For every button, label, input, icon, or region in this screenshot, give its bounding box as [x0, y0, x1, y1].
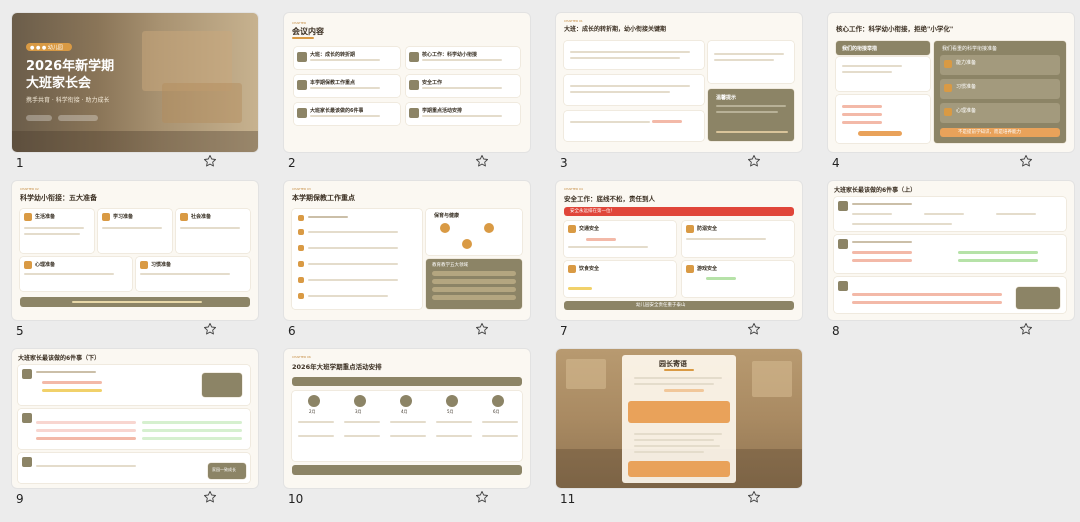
side-heading: 保育与健康: [434, 213, 460, 219]
slide-4-preview[interactable]: 核心工作：科学幼小衔接，拒绝"小学化" 我们的衔接举措 我们看重的科学衔接准备 …: [828, 13, 1074, 152]
slide-thumbnail-11[interactable]: 园长寄语 11: [556, 349, 802, 517]
slide-2-title: 会议内容: [292, 27, 324, 36]
slide-2-preview[interactable]: CHAPTER 会议内容 大班：成长的转折期 核心工作：科学幼小衔接 本学期保教…: [284, 13, 530, 152]
slide-thumbnail-7[interactable]: CHAPTER 04 安全工作：底线不松，责任到人 安全永远排在第一位！ 交通安…: [556, 181, 802, 349]
month-1: 2月: [309, 409, 316, 414]
slide-1-title2: 大班家长会: [26, 76, 92, 91]
slide-10-title: 2026年大班学期重点活动安排: [292, 363, 382, 371]
slide-thumbnail-3[interactable]: CHAPTER 01 大班：成长的转折期，幼小衔接关键期 温馨提示 3: [556, 13, 802, 181]
slide-thumbnail-2[interactable]: CHAPTER 会议内容 大班：成长的转折期 核心工作：科学幼小衔接 本学期保教…: [284, 13, 530, 181]
slide-1-subtitle: 携手共育 · 科学衔接 · 助力成长: [26, 97, 110, 104]
alert-banner: 安全永远排在第一位！: [570, 209, 615, 214]
slide-number: 7: [560, 324, 568, 338]
slide-9-title: 大班家长最该做的6件事（下）: [18, 355, 101, 362]
month-2: 3月: [355, 409, 362, 414]
slide-6-preview[interactable]: CHAPTER 03 本学期保教工作重点 保育与健康 教育教学五大领域: [284, 181, 530, 320]
prep-item-1: 能力准备: [956, 60, 977, 66]
card-2-title: 学习准备: [113, 214, 134, 220]
month-5: 6月: [493, 409, 500, 414]
slide-number: 5: [16, 324, 24, 338]
side-note: 家园一致成长: [212, 467, 236, 472]
star-icon[interactable]: [1019, 154, 1033, 168]
agenda-item-6: 学期重点活动安排: [422, 108, 463, 114]
slide-thumbnail-6[interactable]: CHAPTER 03 本学期保教工作重点 保育与健康 教育教学五大领域 6: [284, 181, 530, 349]
slide-11-title: 园长寄语: [659, 360, 687, 368]
slide-number: 11: [560, 492, 576, 506]
slide-number: 6: [288, 324, 296, 338]
slide-number: 2: [288, 156, 296, 170]
slide-number: 10: [288, 492, 304, 506]
footer-banner: 幼儿园安全责任重于泰山: [636, 303, 686, 308]
slide-3-title: 大班：成长的转折期，幼小衔接关键期: [564, 26, 667, 33]
slide-7-preview[interactable]: CHAPTER 04 安全工作：底线不松，责任到人 安全永远排在第一位！ 交通安…: [556, 181, 802, 320]
card-5-title: 习惯准备: [151, 262, 172, 268]
slide-thumbnail-9[interactable]: 大班家长最该做的6件事（下） 家园一致成长 9: [12, 349, 258, 517]
quad-1-title: 交通安全: [579, 226, 600, 232]
star-icon[interactable]: [475, 490, 489, 504]
slide-thumbnail-10[interactable]: CHAPTER 06 2026年大班学期重点活动安排 2月 3月 4月 5月 6…: [284, 349, 530, 517]
slide-7-title: 安全工作：底线不松，责任到人: [564, 195, 655, 203]
agenda-item-2: 核心工作：科学幼小衔接: [422, 52, 478, 58]
badge: ● ● ● 幼儿园: [26, 43, 72, 51]
slide-8-preview[interactable]: 大班家长最该做的6件事（上）: [828, 181, 1074, 320]
slide-thumbnail-5[interactable]: CHAPTER 02 科学幼小衔接：五大准备 生活准备 学习准备 社会准备 心理…: [12, 181, 258, 349]
star-icon[interactable]: [747, 322, 761, 336]
slide-4-title: 核心工作：科学幼小衔接，拒绝"小学化": [836, 25, 954, 33]
slide-3-preview[interactable]: CHAPTER 01 大班：成长的转折期，幼小衔接关键期 温馨提示: [556, 13, 802, 152]
agenda-item-1: 大班：成长的转折期: [310, 52, 356, 58]
slide-sorter-grid: ● ● ● 幼儿园 2026年新学期 大班家长会 携手共育 · 科学衔接 · 助…: [0, 0, 1080, 522]
star-icon[interactable]: [475, 154, 489, 168]
quad-3-title: 饮食安全: [579, 266, 600, 272]
slide-5-preview[interactable]: CHAPTER 02 科学幼小衔接：五大准备 生活准备 学习准备 社会准备 心理…: [12, 181, 258, 320]
star-icon[interactable]: [203, 322, 217, 336]
tip-heading: 温馨提示: [716, 95, 737, 101]
quad-4-title: 游戏安全: [697, 266, 718, 272]
prep-item-2: 习惯准备: [956, 84, 977, 90]
slide-1-preview[interactable]: ● ● ● 幼儿园 2026年新学期 大班家长会 携手共育 · 科学衔接 · 助…: [12, 13, 258, 152]
agenda-item-5: 大班家长最该做的6件事: [310, 108, 364, 114]
star-icon[interactable]: [747, 154, 761, 168]
slide-9-preview[interactable]: 大班家长最该做的6件事（下） 家园一致成长: [12, 349, 258, 488]
slide-thumbnail-4[interactable]: 核心工作：科学幼小衔接，拒绝"小学化" 我们的衔接举措 我们看重的科学衔接准备 …: [828, 13, 1074, 181]
star-icon[interactable]: [1019, 322, 1033, 336]
card-3-title: 社会准备: [191, 214, 212, 220]
slide-number: 3: [560, 156, 568, 170]
quad-2-title: 防溺安全: [697, 226, 718, 232]
agenda-item-3: 本学期保教工作重点: [310, 80, 356, 86]
slide-thumbnail-1[interactable]: ● ● ● 幼儿园 2026年新学期 大班家长会 携手共育 · 科学衔接 · 助…: [12, 13, 258, 181]
card-4-title: 心理准备: [35, 262, 56, 268]
left-heading: 我们的衔接举措: [842, 46, 878, 52]
slide-6-title: 本学期保教工作重点: [292, 194, 355, 202]
month-4: 5月: [447, 409, 454, 414]
badge-label: ● ● ● 幼儿园: [30, 45, 63, 51]
agenda-item-4: 安全工作: [422, 80, 443, 86]
footer-banner: 不是提前学知识，而是培养能力: [958, 130, 1021, 135]
star-icon[interactable]: [203, 490, 217, 504]
side-bottom-heading: 教育教学五大领域: [432, 263, 468, 268]
prep-item-3: 心理准备: [956, 108, 977, 114]
slide-number: 9: [16, 492, 24, 506]
month-3: 4月: [401, 409, 408, 414]
slide-number: 4: [832, 156, 840, 170]
slide-number: 8: [832, 324, 840, 338]
star-icon[interactable]: [475, 322, 489, 336]
star-icon[interactable]: [203, 154, 217, 168]
slide-number: 1: [16, 156, 24, 170]
slide-11-preview[interactable]: 园长寄语: [556, 349, 802, 488]
slide-8-title: 大班家长最该做的6件事（上）: [834, 187, 917, 194]
star-icon[interactable]: [747, 490, 761, 504]
card-1-title: 生活准备: [35, 214, 56, 220]
right-heading: 我们看重的科学衔接准备: [942, 46, 998, 52]
slide-thumbnail-8[interactable]: 大班家长最该做的6件事（上） 8: [828, 181, 1074, 349]
slide-5-title: 科学幼小衔接：五大准备: [20, 194, 97, 202]
slide-10-preview[interactable]: CHAPTER 06 2026年大班学期重点活动安排 2月 3月 4月 5月 6…: [284, 349, 530, 488]
